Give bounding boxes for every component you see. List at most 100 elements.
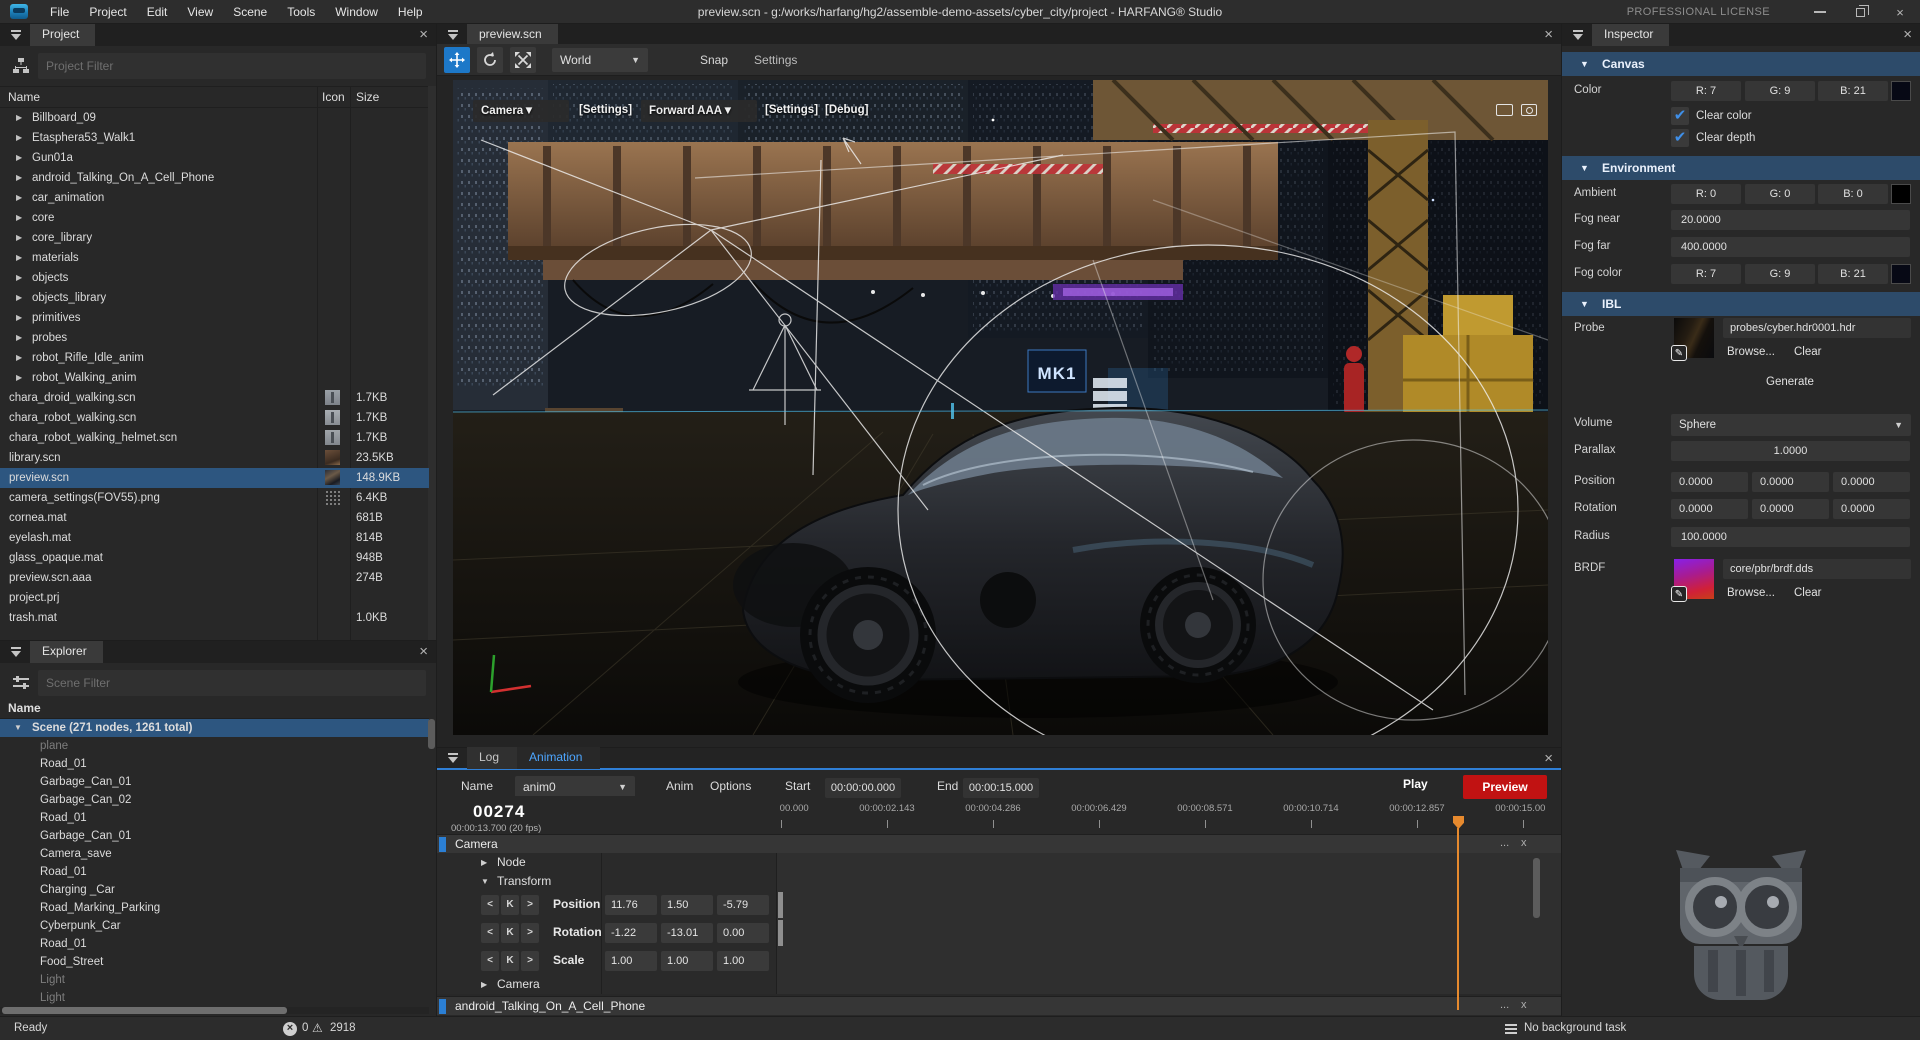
project-row[interactable]: ▶ core_library [0,228,429,248]
track-options-icon[interactable]: ... [1500,999,1509,1011]
next-key-button[interactable]: > [521,923,539,943]
tab-explorer[interactable]: Explorer [30,641,103,663]
volume-select[interactable]: Sphere ▼ [1671,414,1911,436]
scene-node-row[interactable]: Camera_save [0,845,429,863]
project-row[interactable]: ▶ probes [0,328,429,348]
scene-node-row[interactable]: Charging _Car [0,881,429,899]
camera-settings-button[interactable]: [Settings] [579,104,632,116]
color-r-field[interactable]: R: 7 [1671,81,1741,101]
project-row[interactable]: ▶ Gun01a [0,148,429,168]
scene-node-row[interactable]: ▼ Scene (271 nodes, 1261 total) [0,719,429,737]
project-row[interactable]: trash.mat 1.0KB [0,608,429,628]
tab-log[interactable]: Log [467,747,517,769]
channel-y-field[interactable]: -13.01 [661,923,713,943]
channel-y-field[interactable]: 1.00 [661,951,713,971]
explorer-vscrollbar[interactable] [428,719,435,749]
fog-near-field[interactable]: 20.0000 [1671,210,1910,230]
project-close-icon[interactable]: × [419,25,428,45]
minimize-button[interactable] [1800,0,1840,24]
fog-b-field[interactable]: B: 21 [1818,264,1888,284]
prev-key-button[interactable]: < [481,895,499,915]
snap-button[interactable]: Snap [700,53,728,67]
ibl-position-z[interactable]: 0.0000 [1833,472,1910,492]
scene-node-row[interactable]: Garbage_Can_01 [0,773,429,791]
warning-icon[interactable]: ⚠ [312,1021,323,1035]
scene-node-row[interactable]: Food_Street [0,953,429,971]
scene-node-row[interactable]: Road_01 [0,863,429,881]
scene-node-row[interactable]: Light [0,989,429,1006]
project-filter-input[interactable] [38,53,426,79]
track-close-icon[interactable]: x [1521,999,1527,1011]
rotate-tool-button[interactable] [477,47,503,73]
project-row[interactable]: ▶ robot_Rifle_Idle_anim [0,348,429,368]
restore-button[interactable] [1840,0,1880,24]
expand-arrow-icon[interactable]: ▼ [14,719,22,737]
menu-item[interactable]: File [40,0,79,24]
expand-arrow-icon[interactable]: ▶ [16,228,22,248]
animation-close-icon[interactable]: × [1544,749,1553,769]
viewport-3d-scene[interactable]: MK1 [453,80,1548,735]
screenshot-camera-icon[interactable] [1521,104,1537,116]
project-row[interactable]: eyelash.mat 814B [0,528,429,548]
project-row[interactable]: preview.scn 148.9KB [0,468,429,488]
edit-icon[interactable]: ✎ [1671,586,1687,602]
project-row[interactable]: ▶ Etasphera53_Walk1 [0,128,429,148]
viewport-settings-button[interactable]: Settings [754,53,797,67]
probe-browse-button[interactable]: Browse... [1727,346,1775,358]
channel-z-field[interactable]: -5.79 [717,895,769,915]
menu-item[interactable]: Project [79,0,136,24]
project-row[interactable]: ▶ robot_Walking_anim [0,368,429,388]
camera-select[interactable]: Camera ▼ [473,100,569,122]
expand-arrow-icon[interactable]: ▶ [16,288,22,308]
project-row[interactable]: library.scn 23.5KB [0,448,429,468]
panel-filter-icon[interactable] [10,30,22,40]
panel-filter-icon[interactable] [1572,30,1584,40]
brdf-clear-button[interactable]: Clear [1794,587,1821,599]
scene-node-row[interactable]: Garbage_Can_01 [0,827,429,845]
menu-item[interactable]: Scene [223,0,277,24]
inspector-close-icon[interactable]: × [1903,25,1912,45]
ambient-b-field[interactable]: B: 0 [1818,184,1888,204]
viewport-close-icon[interactable]: × [1544,25,1553,45]
menu-item[interactable]: Edit [137,0,178,24]
clear-depth-checkbox[interactable]: ✔ [1671,129,1689,147]
color-b-field[interactable]: B: 21 [1818,81,1888,101]
probe-path-field[interactable]: probes/cyber.hdr0001.hdr [1723,318,1911,338]
expand-arrow-icon[interactable]: ▶ [16,348,22,368]
track-options-icon[interactable]: ... [1500,837,1509,849]
parallax-field[interactable]: 1.0000 [1671,441,1910,461]
keyframe-bar[interactable] [778,892,783,918]
brdf-path-field[interactable]: core/pbr/brdf.dds [1723,559,1911,579]
ambient-g-field[interactable]: G: 0 [1745,184,1815,204]
fog-far-field[interactable]: 400.0000 [1671,237,1910,257]
radius-field[interactable]: 100.0000 [1671,527,1910,547]
explorer-close-icon[interactable]: × [419,642,428,662]
section-ibl[interactable]: ▼ IBL [1562,292,1920,316]
project-row[interactable]: ▶ objects_library [0,288,429,308]
ambient-r-field[interactable]: R: 0 [1671,184,1741,204]
explorer-hscrollbar[interactable] [0,1007,429,1014]
project-row[interactable]: chara_robot_walking_helmet.scn 1.7KB [0,428,429,448]
prev-key-button[interactable]: < [481,923,499,943]
expand-arrow-icon[interactable]: ▶ [16,128,22,148]
project-row[interactable]: ▶ materials [0,248,429,268]
expand-arrow-icon[interactable]: ▶ [16,248,22,268]
color-g-field[interactable]: G: 9 [1745,81,1815,101]
render-output-icon[interactable] [1496,104,1513,116]
scene-node-row[interactable]: Road_Marking_Parking [0,899,429,917]
fog-g-field[interactable]: G: 9 [1745,264,1815,284]
project-row[interactable]: cornea.mat 681B [0,508,429,528]
project-row[interactable]: ▶ primitives [0,308,429,328]
track-header-android[interactable]: android_Talking_On_A_Cell_Phone ... x [437,996,1561,1015]
track-close-icon[interactable]: x [1521,837,1527,849]
hscroll-thumb[interactable] [2,1007,287,1014]
next-key-button[interactable]: > [521,895,539,915]
tab-project[interactable]: Project [30,24,95,46]
scene-node-row[interactable]: plane [0,737,429,755]
project-row[interactable]: glass_opaque.mat 948B [0,548,429,568]
scene-node-row[interactable]: Road_01 [0,809,429,827]
panel-filter-icon[interactable] [10,647,22,657]
panel-filter-icon[interactable] [447,30,459,40]
ibl-rotation-x[interactable]: 0.0000 [1671,499,1748,519]
play-button[interactable]: Play [1403,777,1428,791]
